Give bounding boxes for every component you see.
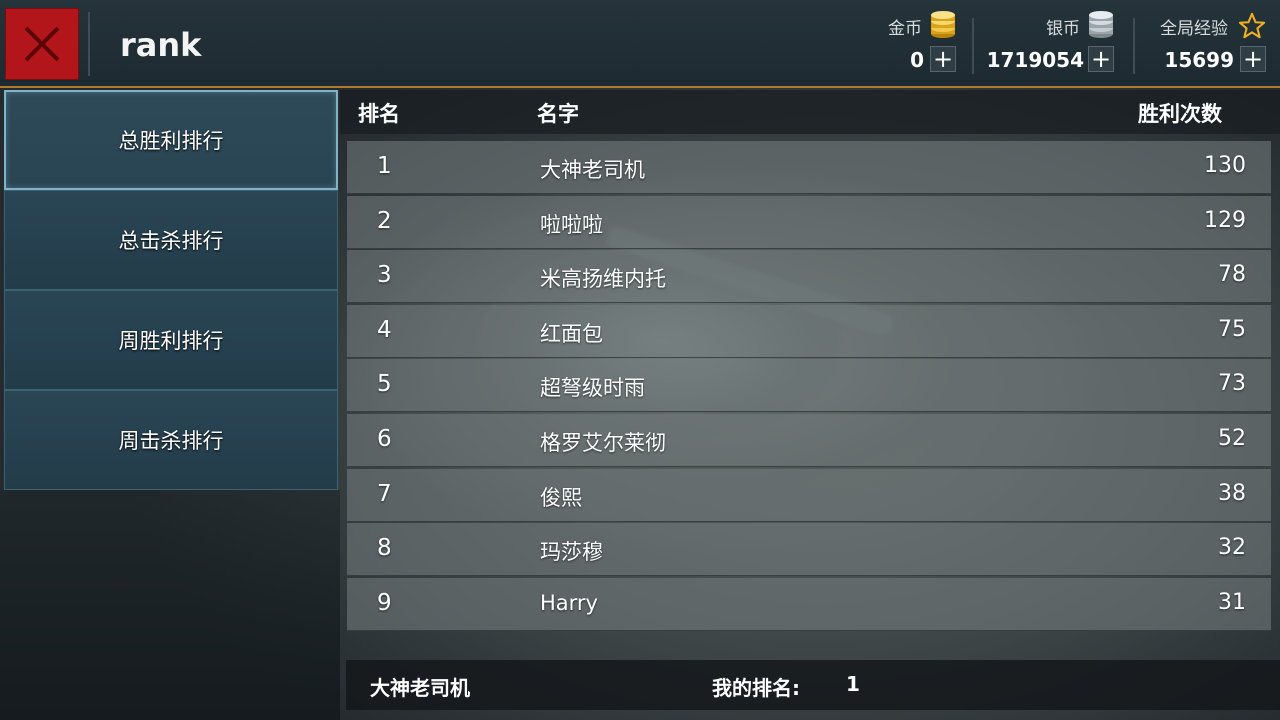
table-row[interactable]: 2 啦啦啦 129 xyxy=(347,195,1271,249)
row-win-count: 73 xyxy=(1218,371,1246,397)
table-row[interactable]: 9 Harry 31 xyxy=(347,577,1271,631)
top-bar: rank 金币 0 + 银币 1719054 + 全局经验 15699 + xyxy=(0,0,1280,88)
row-rank: 2 xyxy=(377,207,392,234)
header-divider xyxy=(88,12,90,76)
row-player-name: 格罗艾尔莱彻 xyxy=(540,430,666,455)
row-player-name: 玛莎穆 xyxy=(540,540,603,565)
my-rank-label: 我的排名: xyxy=(712,676,800,700)
row-player-name: 红面包 xyxy=(540,321,603,346)
plus-icon: + xyxy=(932,45,954,73)
row-win-count: 38 xyxy=(1218,480,1246,506)
my-rank-value: 1 xyxy=(846,672,860,696)
table-row[interactable]: 5 超弩级时雨 73 xyxy=(347,359,1271,413)
gold-currency: 金币 0 + xyxy=(880,8,960,80)
silver-value: 1719054 xyxy=(986,48,1084,72)
row-rank: 1 xyxy=(377,153,392,179)
table-row[interactable]: 4 红面包 75 xyxy=(347,304,1271,358)
plus-icon: + xyxy=(1090,45,1112,73)
sidebar-item-label: 周击杀排行 xyxy=(118,429,224,453)
sidebar-item-weekly-wins[interactable]: 周胜利排行 xyxy=(4,290,338,390)
silver-label: 银币 xyxy=(1046,19,1080,39)
sidebar-item-total-kills[interactable]: 总击杀排行 xyxy=(4,190,338,290)
row-player-name: 超弩级时雨 xyxy=(540,376,645,401)
close-icon xyxy=(24,26,60,62)
column-header-wins: 胜利次数 xyxy=(1138,102,1222,126)
row-win-count: 52 xyxy=(1218,425,1246,451)
row-win-count: 78 xyxy=(1218,262,1246,288)
row-rank: 8 xyxy=(377,535,392,562)
sidebar-item-total-wins[interactable]: 总胜利排行 xyxy=(4,90,338,190)
ranking-table[interactable]: 1 大神老司机 130 2 啦啦啦 129 3 米高扬维内托 78 4 红面包 … xyxy=(347,141,1271,632)
column-header-name: 名字 xyxy=(537,102,579,126)
my-player-name: 大神老司机 xyxy=(370,676,470,700)
table-row[interactable]: 3 米高扬维内托 78 xyxy=(347,250,1271,304)
sidebar-item-weekly-kills[interactable]: 周击杀排行 xyxy=(4,390,338,490)
row-rank: 6 xyxy=(377,425,392,452)
add-silver-button[interactable]: + xyxy=(1088,46,1114,72)
silver-coin-icon xyxy=(1089,11,1113,38)
gold-value: 0 xyxy=(910,48,924,72)
table-row[interactable]: 1 大神老司机 130 xyxy=(347,141,1271,194)
row-rank: 3 xyxy=(377,262,392,289)
gold-coin-icon xyxy=(931,11,955,38)
sidebar-item-label: 总胜利排行 xyxy=(118,129,224,153)
gold-label: 金币 xyxy=(888,19,922,39)
table-header: 排名 名字 胜利次数 xyxy=(340,90,1280,134)
row-rank: 4 xyxy=(377,316,392,343)
row-rank: 7 xyxy=(377,480,392,507)
table-row[interactable]: 8 玛莎穆 32 xyxy=(347,523,1271,577)
xp-currency: 全局经验 15699 + xyxy=(1150,8,1276,80)
xp-label: 全局经验 xyxy=(1160,19,1228,39)
close-button[interactable] xyxy=(5,8,79,80)
sidebar-backdrop xyxy=(0,490,340,720)
xp-value: 15699 xyxy=(1164,48,1234,72)
row-player-name: 米高扬维内托 xyxy=(540,267,666,292)
currency-divider xyxy=(972,18,974,74)
ranking-category-sidebar: 总胜利排行 总击杀排行 周胜利排行 周击杀排行 xyxy=(4,90,338,490)
silver-currency: 银币 1719054 + xyxy=(986,8,1120,80)
sidebar-item-label: 周胜利排行 xyxy=(118,329,224,353)
table-row[interactable]: 6 格罗艾尔莱彻 52 xyxy=(347,413,1271,467)
my-rank-footer: 大神老司机 我的排名: 1 xyxy=(346,660,1280,710)
row-win-count: 32 xyxy=(1218,535,1246,561)
table-row[interactable]: 7 俊熙 38 xyxy=(347,468,1271,522)
currency-divider xyxy=(1133,18,1135,74)
row-win-count: 130 xyxy=(1204,153,1246,178)
add-gold-button[interactable]: + xyxy=(930,46,956,72)
star-icon xyxy=(1238,12,1266,39)
row-player-name: 大神老司机 xyxy=(540,158,645,182)
row-player-name: Harry xyxy=(540,590,598,615)
row-win-count: 31 xyxy=(1218,589,1246,615)
sidebar-item-label: 总击杀排行 xyxy=(118,229,224,253)
add-xp-button[interactable]: + xyxy=(1240,46,1266,72)
plus-icon: + xyxy=(1242,45,1264,73)
row-player-name: 啦啦啦 xyxy=(540,212,603,237)
page-title: rank xyxy=(120,26,202,64)
row-player-name: 俊熙 xyxy=(540,485,582,510)
row-win-count: 129 xyxy=(1204,207,1246,233)
row-rank: 5 xyxy=(377,371,392,398)
column-header-rank: 排名 xyxy=(358,102,400,126)
row-rank: 9 xyxy=(377,589,392,616)
row-win-count: 75 xyxy=(1218,316,1246,342)
